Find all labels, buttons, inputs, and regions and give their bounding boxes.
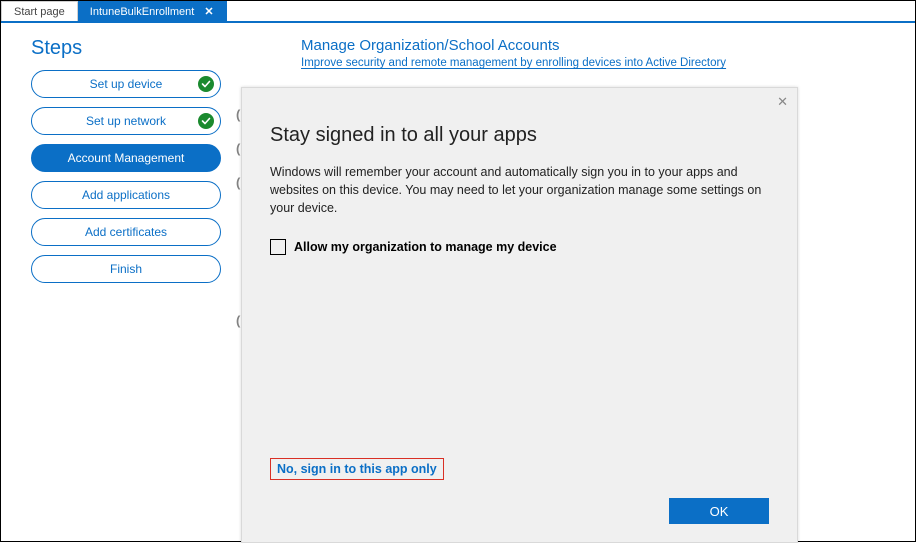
step-label: Set up network	[86, 114, 166, 128]
tab-label: IntuneBulkEnrollment	[90, 6, 195, 18]
section-title: Manage Organization/School Accounts	[301, 37, 895, 54]
step-add-applications[interactable]: Add applications	[31, 181, 221, 209]
checkbox-icon	[270, 239, 286, 255]
steps-heading: Steps	[31, 37, 241, 60]
tab-start-page[interactable]: Start page	[1, 1, 78, 21]
dialog-body-text: Windows will remember your account and a…	[270, 163, 769, 217]
step-set-up-network[interactable]: Set up network	[31, 107, 221, 135]
background-radio-glyph: (	[236, 107, 240, 122]
ok-button[interactable]: OK	[669, 498, 769, 524]
tab-label: Start page	[14, 6, 65, 18]
sign-in-this-app-only-link[interactable]: No, sign in to this app only	[270, 458, 444, 480]
tab-bar: Start page IntuneBulkEnrollment ✕	[1, 1, 915, 23]
close-icon[interactable]: ✕	[204, 5, 213, 18]
step-label: Set up device	[90, 77, 163, 91]
dialog-title: Stay signed in to all your apps	[270, 124, 769, 147]
step-finish[interactable]: Finish	[31, 255, 221, 283]
step-label: Add applications	[82, 188, 170, 202]
tab-intune-bulk-enrollment[interactable]: IntuneBulkEnrollment ✕	[78, 1, 227, 21]
stay-signed-in-dialog: ✕ Stay signed in to all your apps Window…	[241, 87, 798, 543]
step-add-certificates[interactable]: Add certificates	[31, 218, 221, 246]
main-panel: Manage Organization/School Accounts Impr…	[241, 37, 895, 541]
checkbox-label: Allow my organization to manage my devic…	[294, 240, 557, 254]
steps-panel: Steps Set up device Set up network Accou…	[31, 37, 241, 541]
background-radio-glyph: (	[236, 175, 240, 190]
background-radio-glyph: (	[236, 141, 240, 156]
dialog-footer: OK	[270, 498, 769, 524]
section-subtitle: Improve security and remote management b…	[301, 57, 895, 69]
check-icon	[198, 76, 214, 92]
content-area: Steps Set up device Set up network Accou…	[1, 23, 915, 541]
step-label: Finish	[110, 262, 142, 276]
allow-manage-device-checkbox[interactable]: Allow my organization to manage my devic…	[270, 239, 769, 255]
step-label: Add certificates	[85, 225, 167, 239]
step-label: Account Management	[68, 151, 185, 165]
close-icon[interactable]: ✕	[777, 95, 788, 108]
spacer	[270, 255, 769, 458]
check-icon	[198, 113, 214, 129]
step-set-up-device[interactable]: Set up device	[31, 70, 221, 98]
background-radio-glyph: (	[236, 313, 240, 328]
step-account-management[interactable]: Account Management	[31, 144, 221, 172]
